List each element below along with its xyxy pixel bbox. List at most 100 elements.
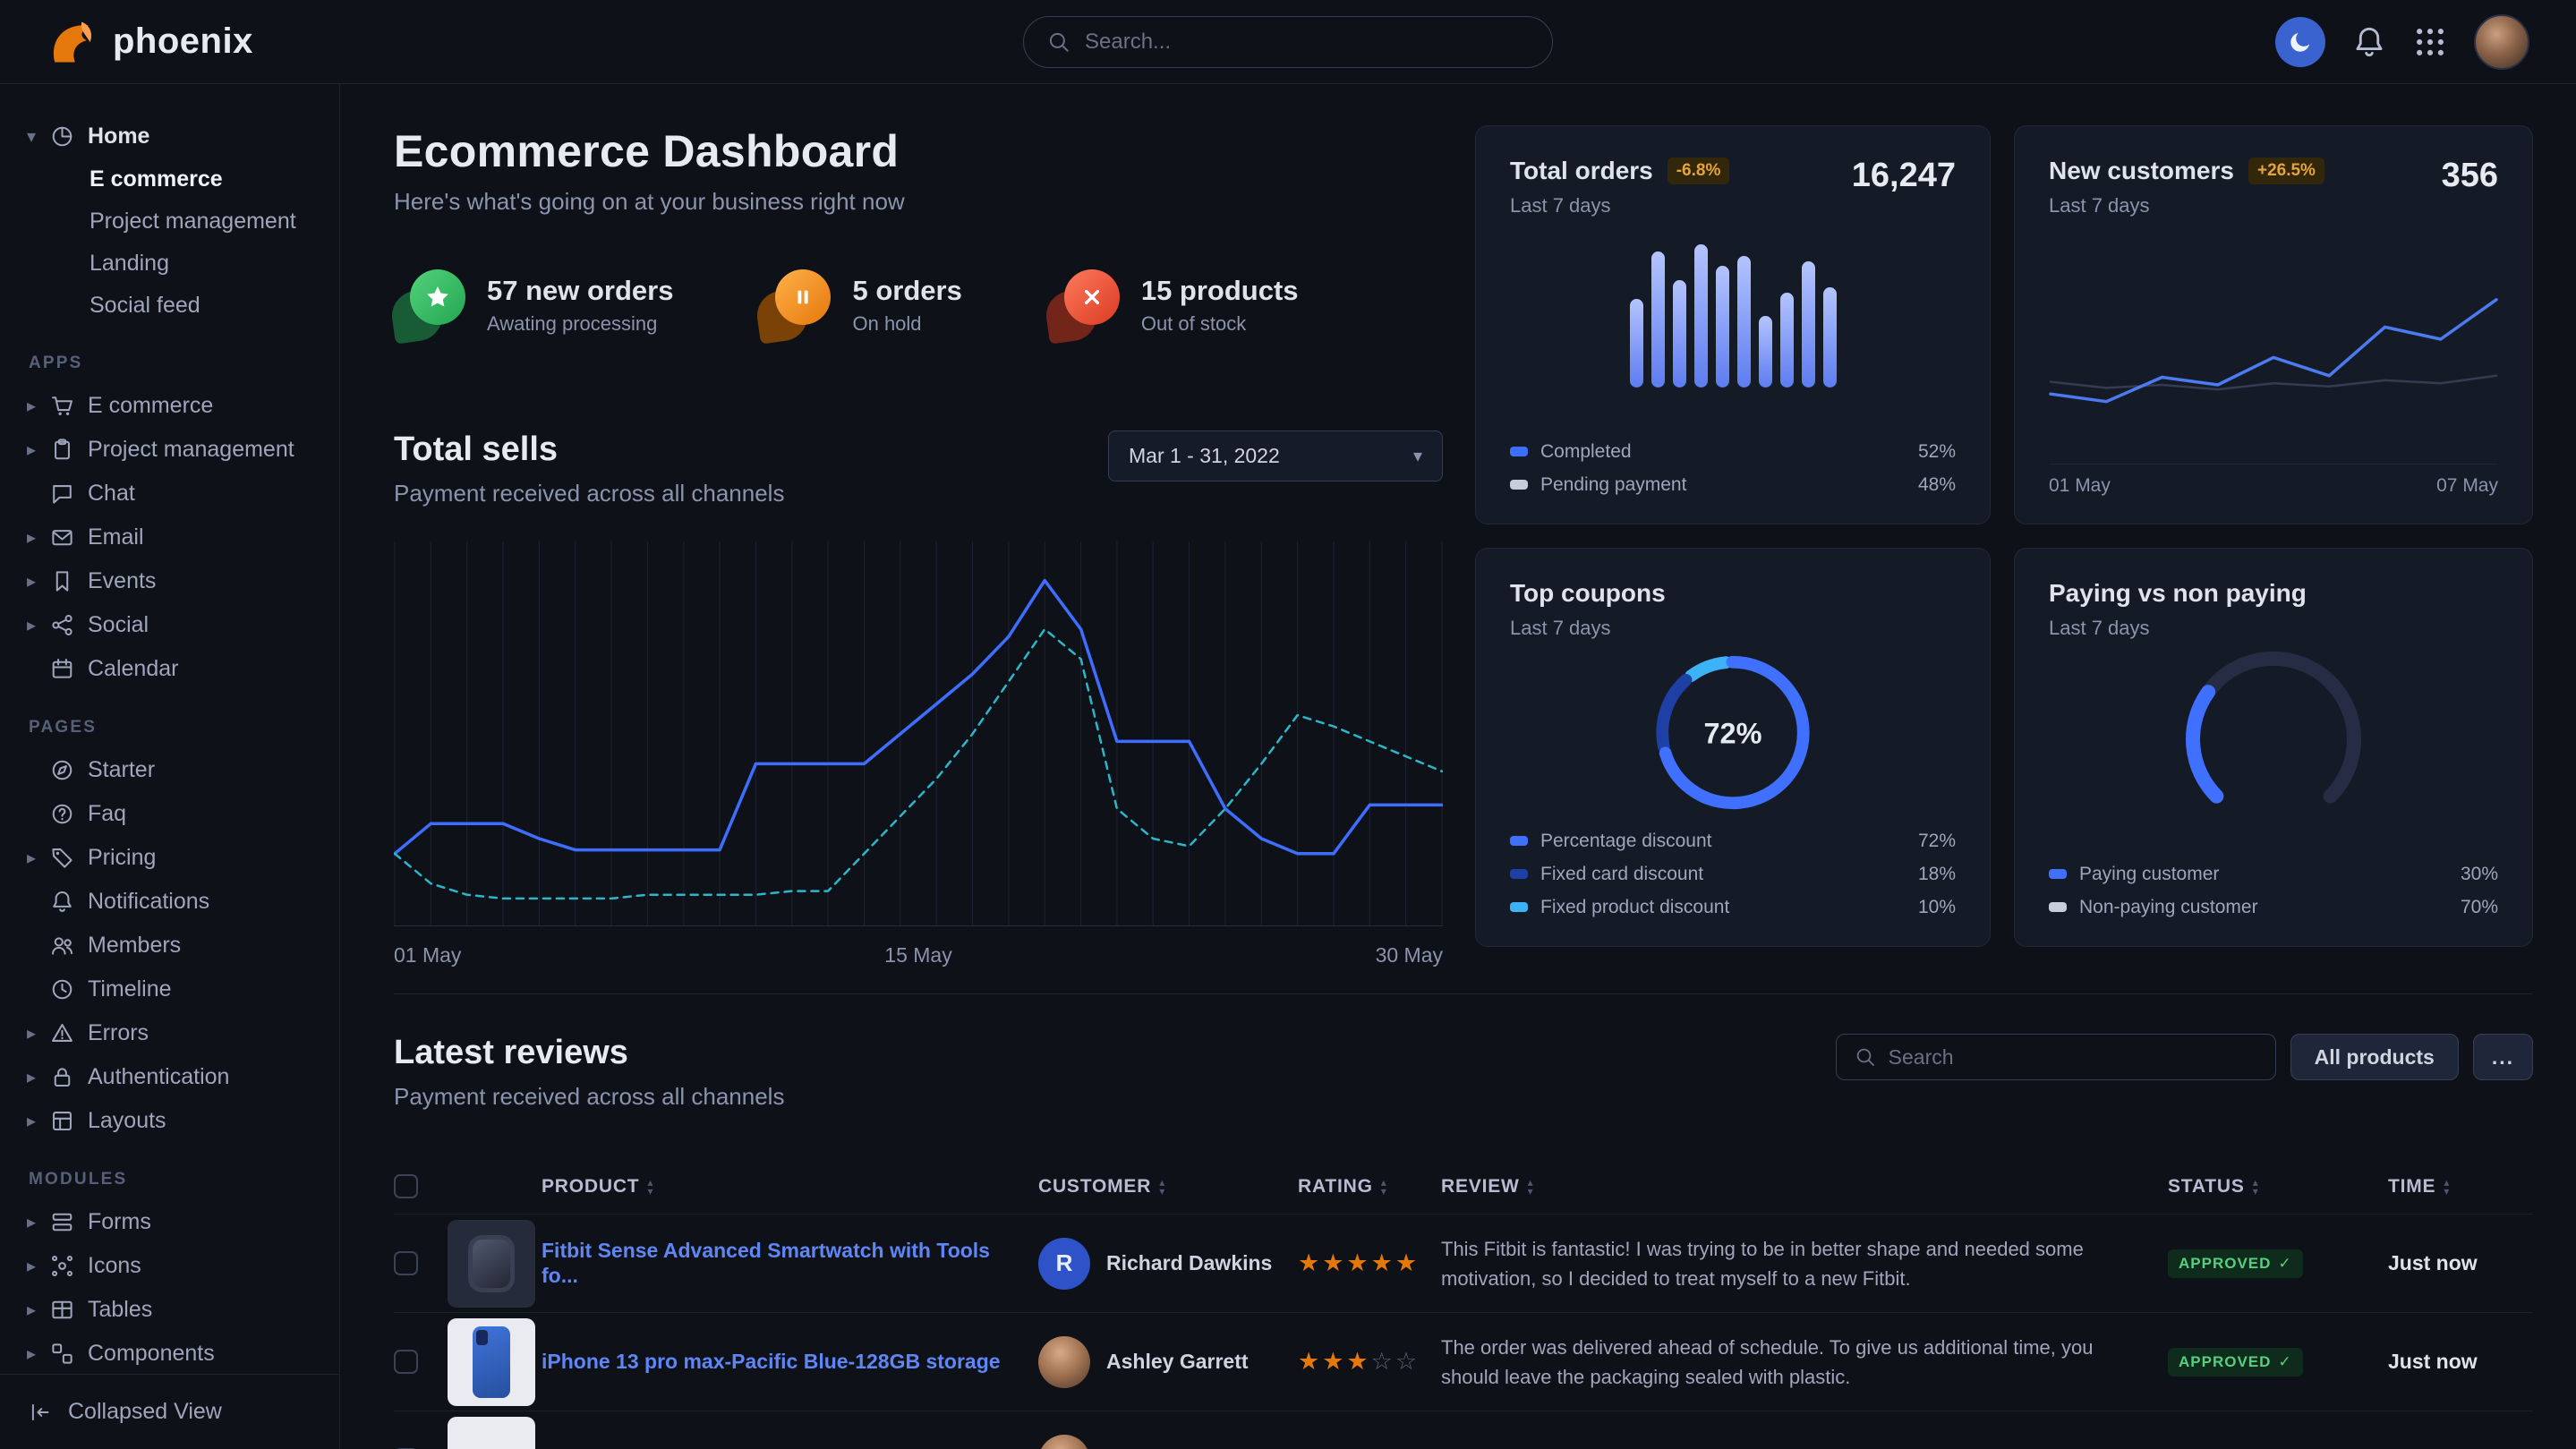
clock-icon — [50, 977, 88, 1002]
sidebar-item-timeline[interactable]: Timeline — [27, 967, 323, 1011]
column-label: REVIEW — [1441, 1176, 1520, 1198]
dashboard-left-column: Ecommerce Dashboard Here's what's going … — [394, 125, 1443, 967]
column-header-time[interactable]: TIME▴▾ — [2388, 1176, 2533, 1198]
collapse-view-label: Collapsed View — [68, 1399, 222, 1425]
global-search-input[interactable] — [1085, 30, 1529, 55]
all-products-button[interactable]: All products — [2290, 1034, 2459, 1080]
moon-icon — [2287, 29, 2314, 55]
column-header-review[interactable]: REVIEW▴▾ — [1441, 1176, 2168, 1198]
sort-icon: ▴▾ — [1159, 1178, 1164, 1196]
stat-title: 57 new orders — [487, 275, 673, 307]
sidebar-item-icons[interactable]: ▸Icons — [27, 1244, 323, 1288]
logo[interactable]: phoenix — [45, 15, 253, 69]
orders-legend: Completed52%Pending payment48% — [1510, 439, 1956, 497]
select-all-checkbox[interactable] — [394, 1174, 418, 1198]
column-header-rating[interactable]: RATING▴▾ — [1298, 1176, 1441, 1198]
reviews-toolbar: All products ... — [1836, 1034, 2533, 1080]
customer-cell[interactable]: Ashley Garrett — [1038, 1336, 1298, 1388]
legend-label: Completed — [1540, 441, 1906, 463]
column-header-status[interactable]: STATUS ▴▾ — [2168, 1176, 2388, 1198]
sidebar-item-errors[interactable]: ▸Errors — [27, 1011, 323, 1055]
sidebar-item-events[interactable]: ▸Events — [27, 559, 323, 603]
change-badge: +26.5% — [2248, 158, 2324, 184]
sidebar-item-landing[interactable]: Landing — [27, 243, 323, 285]
sidebar-item-forms[interactable]: ▸Forms — [27, 1200, 323, 1244]
watch-image — [468, 1235, 515, 1292]
sidebar-item-faq[interactable]: Faq — [27, 792, 323, 836]
product-link[interactable]: Fitbit Sense Advanced Smartwatch with To… — [542, 1239, 990, 1287]
collapse-view-button[interactable]: Collapsed View — [0, 1374, 339, 1449]
reviews-search[interactable] — [1836, 1034, 2276, 1080]
card-title: Total orders — [1510, 157, 1653, 185]
sort-icon: ▴▾ — [647, 1178, 653, 1196]
legend-label: Paying customer — [2079, 864, 2448, 885]
column-label: TIME — [2388, 1176, 2435, 1198]
caret-right-icon: ▸ — [27, 526, 50, 549]
sidebar-item-project-management[interactable]: Project management — [27, 200, 323, 243]
global-search[interactable] — [1023, 16, 1553, 68]
legend-swatch — [1510, 836, 1528, 846]
more-actions-button[interactable]: ... — [2473, 1034, 2533, 1080]
sidebar-item-components[interactable]: ▸Components — [27, 1332, 323, 1374]
sidebar-item-e-commerce[interactable]: E commerce — [27, 158, 323, 200]
total-sells-subtitle: Payment received across all channels — [394, 480, 784, 507]
sidebar-item-label: Members — [88, 933, 181, 959]
legend-swatch — [1510, 869, 1528, 879]
column-header-customer[interactable]: CUSTOMER▴▾ — [1038, 1176, 1298, 1198]
stat-subtitle: On hold — [852, 312, 961, 336]
sidebar-item-social-feed[interactable]: Social feed — [27, 285, 323, 327]
caret-right-icon: ▸ — [27, 847, 50, 869]
apps-menu-button[interactable] — [2413, 25, 2447, 59]
navbar-actions — [2275, 14, 2529, 70]
product-link[interactable]: iPhone 13 pro max-Pacific Blue-128GB sto… — [542, 1350, 1028, 1373]
notifications-button[interactable] — [2352, 25, 2386, 59]
reviews-table-header: PRODUCT▴▾CUSTOMER▴▾RATING▴▾REVIEW▴▾STATU… — [394, 1159, 2533, 1215]
legend-swatch — [2049, 869, 2067, 879]
sidebar-item-pricing[interactable]: ▸Pricing — [27, 836, 323, 880]
column-label: PRODUCT — [542, 1176, 639, 1198]
row-checkbox[interactable] — [394, 1251, 418, 1275]
sidebar-item-members[interactable]: Members — [27, 924, 323, 967]
row-checkbox[interactable] — [394, 1350, 418, 1374]
column-label: RATING — [1298, 1176, 1373, 1198]
theme-toggle-button[interactable] — [2275, 17, 2325, 67]
paying-vs-non-paying-card: Paying vs non paying Last 7 days Paying … — [2014, 548, 2533, 947]
latest-reviews-section: Latest reviews Payment received across a… — [394, 993, 2533, 1449]
sidebar-item-chat[interactable]: Chat — [27, 472, 323, 516]
legend-row: Percentage discount72% — [1510, 829, 1956, 853]
column-header-product[interactable]: PRODUCT ▴▾ — [542, 1176, 1038, 1198]
sidebar-item-authentication[interactable]: ▸Authentication — [27, 1055, 323, 1099]
pause-icon — [759, 269, 831, 341]
sidebar-item-home[interactable]: ▾Home — [27, 115, 323, 158]
warning-icon — [50, 1021, 88, 1045]
collapse-icon — [29, 1401, 52, 1424]
total-sells-title: Total sells — [394, 430, 784, 469]
x-icon — [1048, 269, 1120, 341]
caret-right-icon: ▸ — [27, 1342, 50, 1365]
sidebar-item-project-management[interactable]: ▸Project management — [27, 428, 323, 472]
customer-cell[interactable] — [1038, 1435, 1298, 1449]
sidebar-item-starter[interactable]: Starter — [27, 748, 323, 792]
product-thumbnail[interactable] — [448, 1318, 535, 1406]
sidebar-item-layouts[interactable]: ▸Layouts — [27, 1099, 323, 1143]
sidebar-item-notifications[interactable]: Notifications — [27, 880, 323, 924]
x-tick: 07 May — [2436, 475, 2498, 497]
sidebar-item-e-commerce[interactable]: ▸E commerce — [27, 384, 323, 428]
sidebar-item-label: Layouts — [88, 1108, 166, 1134]
sidebar-item-social[interactable]: ▸Social — [27, 603, 323, 647]
review-table-row: Fitbit Sense Advanced Smartwatch with To… — [394, 1215, 2533, 1313]
product-thumbnail[interactable] — [448, 1220, 535, 1308]
column-label: STATUS — [2168, 1176, 2245, 1198]
reviews-search-input[interactable] — [1889, 1045, 2257, 1070]
customer-cell[interactable]: RRichard Dawkins — [1038, 1238, 1298, 1290]
legend-value: 72% — [1918, 831, 1956, 852]
product-thumbnail[interactable] — [448, 1417, 535, 1449]
rating-stars: ★★★☆☆ — [1298, 1348, 1441, 1376]
date-range-select[interactable]: Mar 1 - 31, 2022 ▾ — [1108, 430, 1443, 482]
sidebar-item-tables[interactable]: ▸Tables — [27, 1288, 323, 1332]
x-tick: 15 May — [884, 943, 951, 967]
sidebar-item-calendar[interactable]: Calendar — [27, 647, 323, 691]
user-avatar[interactable] — [2474, 14, 2529, 70]
sidebar-item-email[interactable]: ▸Email — [27, 516, 323, 559]
sort-icon: ▴▾ — [2253, 1178, 2258, 1196]
